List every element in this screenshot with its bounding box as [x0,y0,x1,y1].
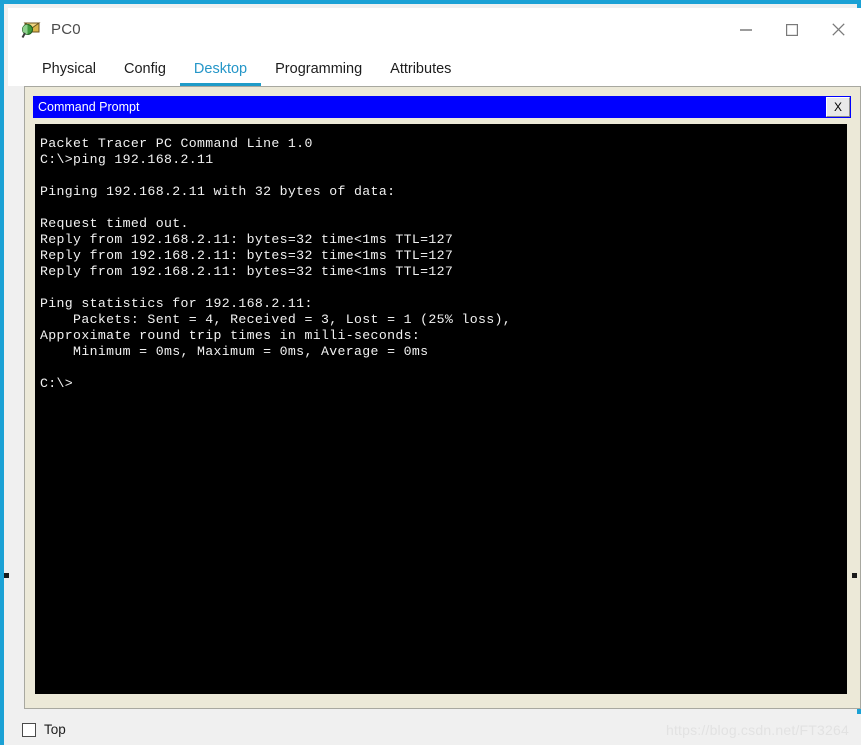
maximize-icon[interactable] [769,8,815,51]
tab-physical[interactable]: Physical [28,61,110,87]
terminal-output-area[interactable]: Packet Tracer PC Command Line 1.0 C:\>pi… [35,124,847,694]
tab-desktop[interactable]: Desktop [179,61,262,86]
pc0-device-window: PC0 Physical Config Desktop Programming … [0,0,861,745]
command-prompt-close-button[interactable]: X [826,97,850,117]
window-left-edge-notch [4,573,9,578]
top-checkbox-row[interactable]: Top [22,722,66,737]
watermark-text: https://blog.csdn.net/FT3264 [665,722,849,738]
device-tab-bar: Physical Config Desktop Programming Attr… [8,51,861,86]
packet-tracer-pc-icon [20,19,42,41]
command-prompt-title: Command Prompt [38,99,140,114]
minimize-icon[interactable] [723,8,769,51]
top-checkbox[interactable] [22,722,36,737]
close-icon[interactable] [815,8,861,51]
top-checkbox-label: Top [44,722,66,737]
terminal-text: Packet Tracer PC Command Line 1.0 C:\>pi… [40,136,512,391]
command-prompt-title-bar: Command Prompt X [33,96,851,118]
window-title-bar: PC0 [8,8,861,51]
window-right-edge-notch [852,573,857,578]
tab-programming[interactable]: Programming [261,61,376,87]
tab-config[interactable]: Config [110,61,180,87]
page-title: PC0 [51,21,81,38]
desktop-content-panel: Command Prompt X Packet Tracer PC Comman… [24,86,861,709]
command-prompt-window: Command Prompt X Packet Tracer PC Comman… [33,96,851,699]
tab-attributes[interactable]: Attributes [376,61,465,87]
window-controls [723,8,861,51]
